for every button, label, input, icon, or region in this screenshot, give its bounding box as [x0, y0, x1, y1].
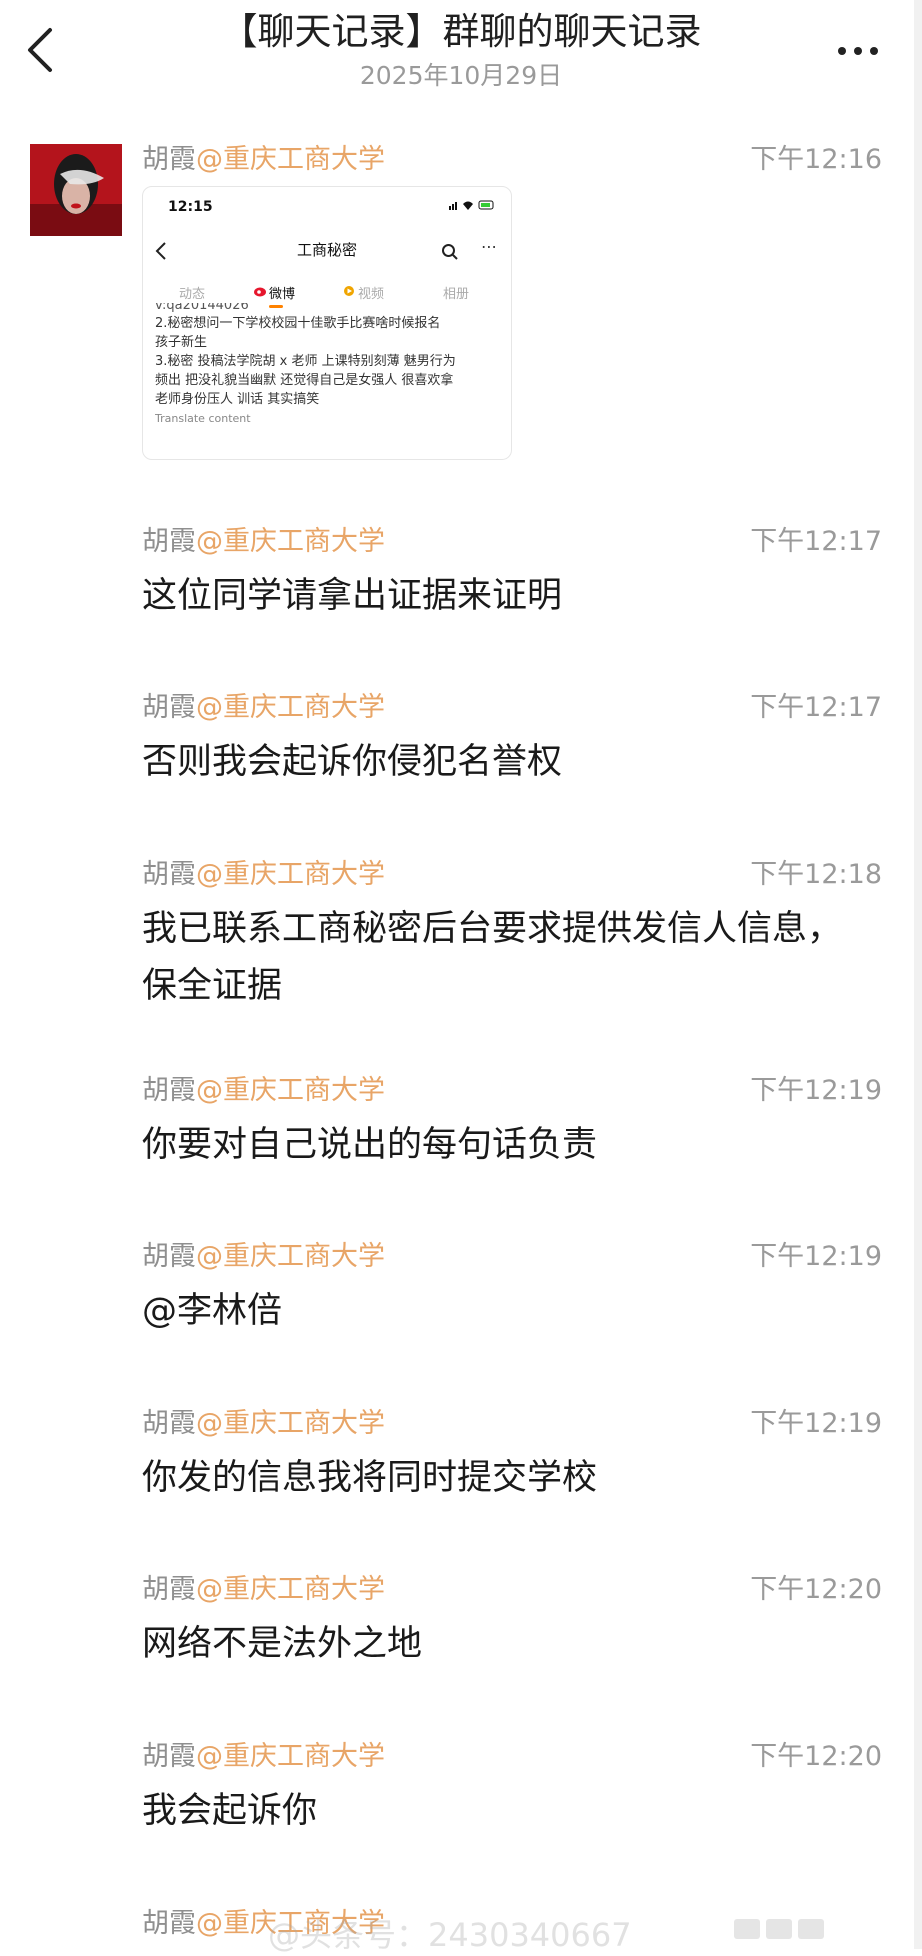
weibo-icon: [254, 287, 266, 297]
watermark: @头条号：2430340667: [268, 1916, 632, 1954]
sender-name: 胡霞: [142, 526, 196, 557]
scrollbar-track: [914, 0, 922, 1949]
sender-org: @重庆工商大学: [196, 859, 385, 890]
ellipsis-icon[interactable]: [834, 36, 882, 66]
translate-link: Translate content: [155, 412, 251, 425]
sender-org: @重庆工商大学: [196, 1741, 385, 1772]
post-content: v:qa20144026 2.秘密想问一下学校校园十佳歌手比赛啥时候报名 孩子新…: [155, 303, 500, 429]
message-text: 否则我会起诉你侵犯名誉权: [142, 742, 563, 782]
status-time: 12:15: [168, 199, 213, 215]
tab-album: 相册: [443, 287, 470, 302]
message-text: 网络不是法外之地: [142, 1624, 423, 1664]
sender-name: 胡霞: [142, 144, 196, 175]
message-time: 下午12:17: [750, 692, 882, 723]
message-item: 胡霞@重庆工商大学 下午12:19 @李林倍: [142, 1239, 882, 1340]
sender-org: @重庆工商大学: [196, 144, 385, 175]
sender-name: 胡霞: [142, 692, 196, 723]
message-time: 下午12:20: [750, 1574, 882, 1605]
message-time: 下午12:16: [750, 144, 882, 175]
sender-name: 胡霞: [142, 1241, 196, 1272]
message-item: 胡霞@重庆工商大学 下午12:17 这位同学请拿出证据来证明: [142, 524, 882, 625]
message-time: 下午12:19: [750, 1241, 882, 1272]
avatar[interactable]: [30, 144, 122, 236]
watermark-logo: [734, 1919, 824, 1939]
post-line: v:qa20144026: [155, 303, 249, 313]
sender-org: @重庆工商大学: [196, 692, 385, 723]
message-item: 胡霞@重庆工商大学 下午12:19 你发的信息我将同时提交学校: [142, 1406, 882, 1507]
message-item: 胡霞@重庆工商大学 下午12:18 我已联系工商秘密后台要求提供发信人信息，保全…: [142, 857, 882, 1015]
post-line: 孩子新生: [155, 335, 208, 350]
message-item: 胡霞@重庆工商大学 下午12:16: [142, 142, 882, 178]
post-line: 老师身份压人 训话 其实搞笑: [155, 392, 320, 407]
sender-org: @重庆工商大学: [196, 1408, 385, 1439]
page-title: 【聊天记录】群聊的聊天记录: [220, 10, 702, 53]
sender-name: 胡霞: [142, 1408, 196, 1439]
sender-name: 胡霞: [142, 1075, 196, 1106]
message-time: 下午12:17: [750, 526, 882, 557]
post-line: 2.秘密想问一下学校校园十佳歌手比赛啥时候报名: [155, 316, 441, 331]
message-text: 你要对自己说出的每句话负责: [142, 1125, 598, 1165]
post-line: 频出 把没礼貌当幽默 还觉得自己是女强人 很喜欢拿: [155, 373, 454, 388]
message-text: 我会起诉你: [142, 1791, 318, 1831]
message-text: 你发的信息我将同时提交学校: [142, 1458, 598, 1498]
message-text: @李林倍: [142, 1291, 283, 1331]
message-time: 下午12:19: [750, 1408, 882, 1439]
tab-video: 视频: [358, 287, 385, 302]
message-item: 胡霞@重庆工商大学 下午12:19 你要对自己说出的每句话负责: [142, 1073, 882, 1174]
tab-weibo: 微博: [269, 287, 296, 302]
tab-dongtai: 动态: [179, 287, 206, 302]
sender-org: @重庆工商大学: [196, 1241, 385, 1272]
sender-org: @重庆工商大学: [196, 1075, 385, 1106]
search-icon: [442, 244, 458, 260]
sender-org: @重庆工商大学: [196, 526, 385, 557]
sender-name: 胡霞: [142, 1908, 196, 1939]
sender-name: 胡霞: [142, 859, 196, 890]
message-time: 下午12:19: [750, 1075, 882, 1106]
status-bar-icons: [449, 200, 494, 210]
sender-name: 胡霞: [142, 1741, 196, 1772]
post-line: 3.秘密 投稿法学院胡 x 老师 上课特别刻薄 魅男行为: [155, 354, 456, 369]
ellipsis-icon: ⋯: [481, 237, 497, 256]
message-item: 胡霞@重庆工商大学 下午12:20 网络不是法外之地: [142, 1572, 882, 1673]
screenshot-attachment[interactable]: 12:15 工商秘密 ⋯ 动态 微博 视频 相册 v:qa20144026 2.…: [142, 186, 512, 460]
sender-name: 胡霞: [142, 1574, 196, 1605]
video-icon: [344, 286, 354, 296]
chat-date: 2025年10月29日: [359, 61, 563, 90]
message-text: 我已联系工商秘密后台要求提供发信人信息，保全证据: [142, 909, 843, 1006]
sender-org: @重庆工商大学: [196, 1574, 385, 1605]
chat-header: 【聊天记录】群聊的聊天记录 2025年10月29日: [0, 0, 922, 110]
message-time: 下午12:20: [750, 1741, 882, 1772]
message-time: 下午12:18: [750, 859, 882, 890]
message-item: 胡霞@重庆工商大学 下午12:17 否则我会起诉你侵犯名誉权: [142, 690, 882, 791]
message-item: 胡霞@重庆工商大学 下午12:20 我会起诉你: [142, 1739, 882, 1840]
message-text: 这位同学请拿出证据来证明: [142, 576, 563, 616]
